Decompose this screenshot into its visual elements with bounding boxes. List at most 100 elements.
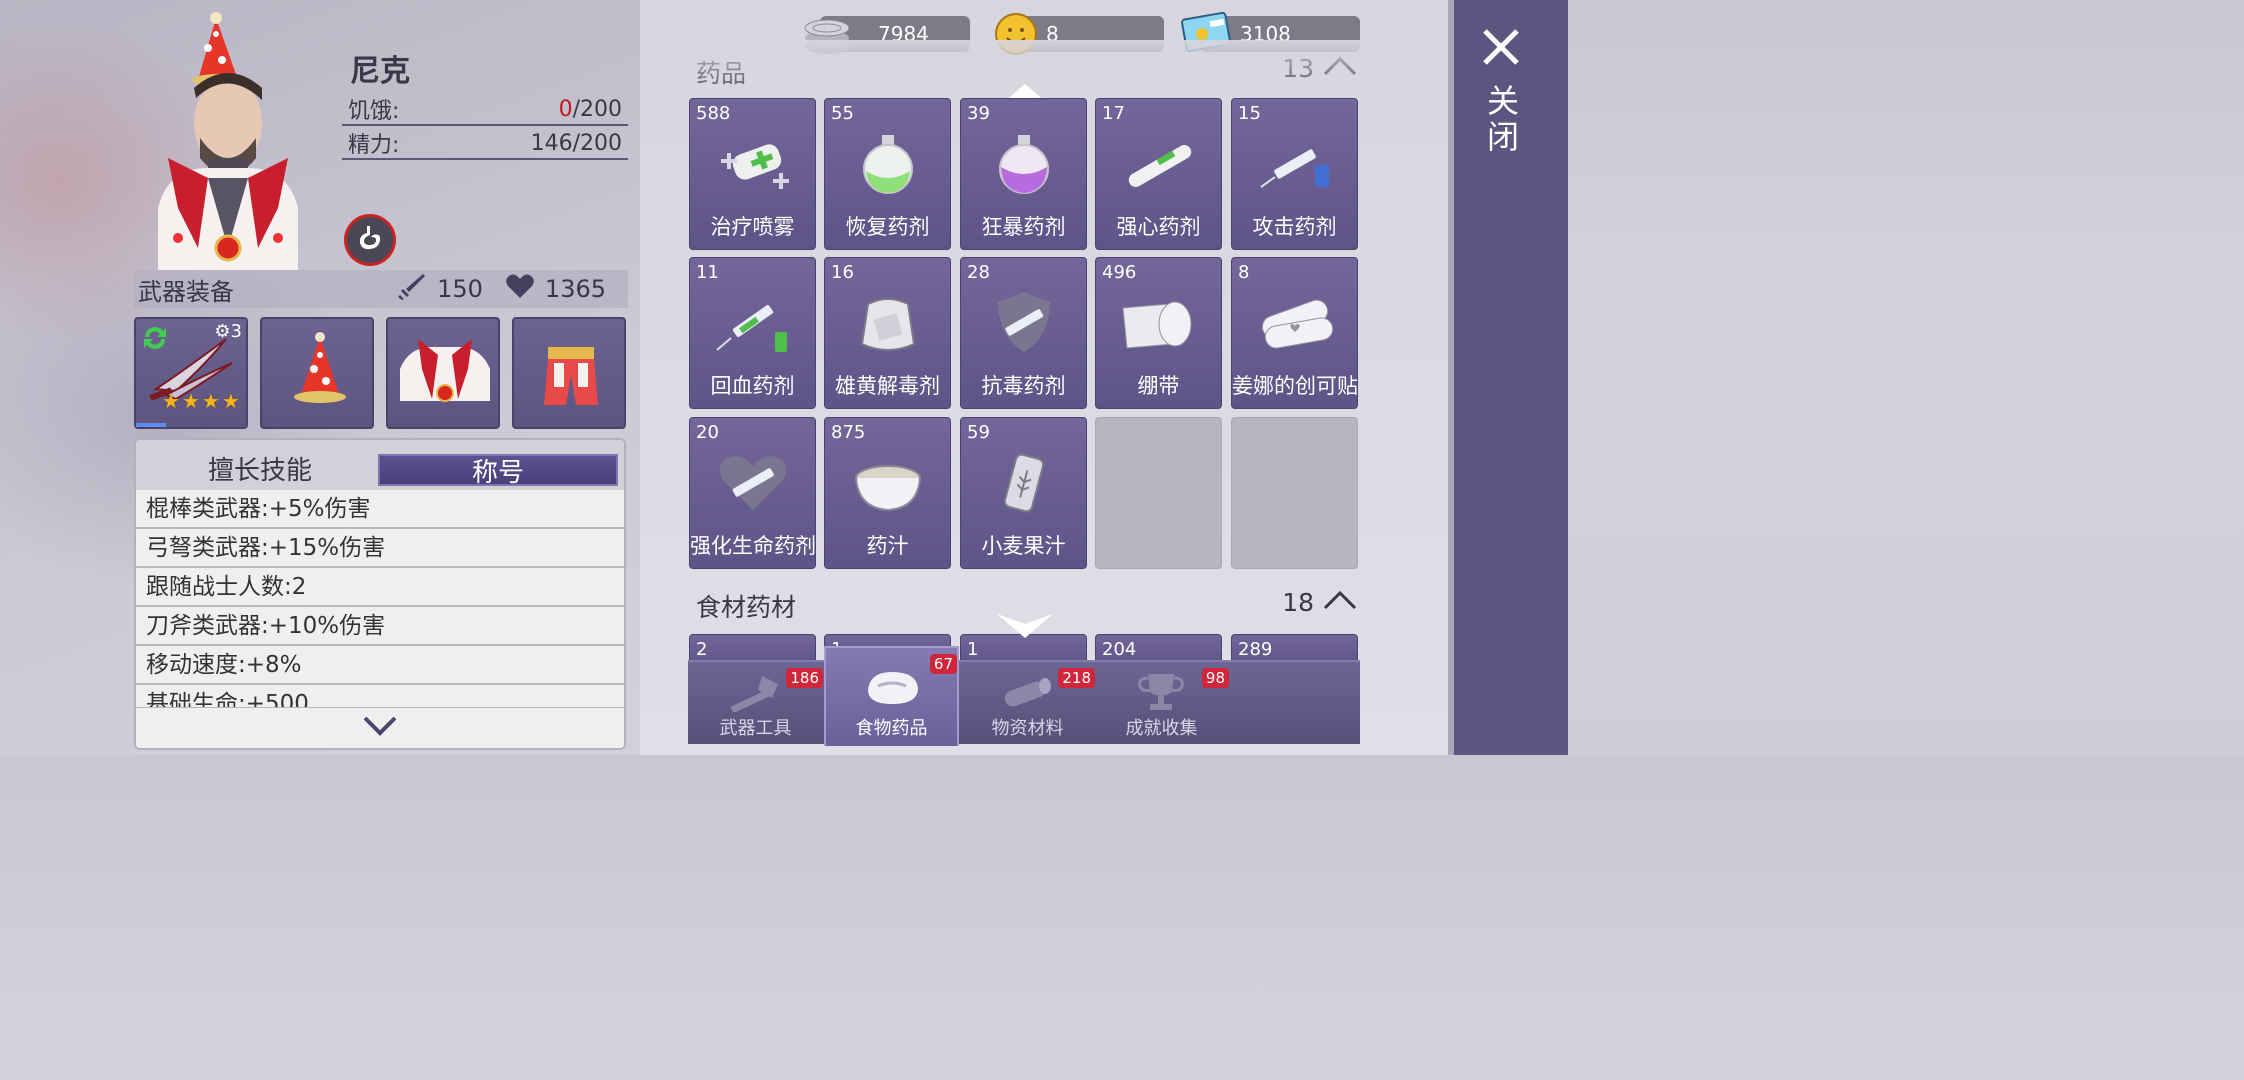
section-count-ingredients[interactable]: 18	[1282, 588, 1358, 617]
star-icon: ★	[181, 389, 200, 413]
item-name: 攻击药剂	[1252, 215, 1337, 239]
close-icon[interactable]	[1480, 26, 1522, 72]
tab-food-medicine[interactable]: 67 食物药品	[824, 646, 959, 746]
tab-label: 成就收集	[1125, 718, 1198, 739]
scroll-down-button[interactable]	[995, 612, 1055, 646]
energy-stat: 精力: 146/200	[342, 128, 628, 160]
item-name: 强心药剂	[1116, 215, 1201, 239]
weapon-stars: ★ ★ ★ ★	[162, 389, 240, 413]
spray-icon	[721, 144, 789, 189]
hunger-max: /200	[572, 96, 622, 122]
syringe-icon	[1260, 149, 1329, 188]
item-count: 20	[696, 422, 719, 443]
item-count: 875	[831, 422, 866, 443]
attack-value: 150	[437, 275, 483, 303]
skill-row: 基础生命:+500	[136, 685, 624, 709]
tab-label: 物资材料	[991, 718, 1064, 739]
item-herbal-juice[interactable]: 875 药汁	[824, 417, 951, 569]
skill-row: 棍棒类武器:+5%伤害	[136, 490, 624, 529]
item-bandage[interactable]: 496 绷带	[1095, 257, 1222, 409]
item-count: 8	[1238, 262, 1250, 283]
star-icon: ★	[221, 389, 240, 413]
item-rage-potion[interactable]: 39 狂暴药剂	[960, 98, 1087, 250]
tab-badge: 186	[786, 668, 823, 688]
energy-value: 146/200	[530, 130, 622, 156]
herb-pouch-icon	[860, 298, 916, 351]
coat-icon	[400, 339, 490, 402]
log-icon	[996, 672, 1056, 716]
item-jiangna-bandaid[interactable]: 8 姜娜的创可贴	[1231, 257, 1358, 409]
tab-specialty-skills[interactable]: 擅长技能	[142, 454, 378, 486]
sword-icon	[397, 271, 427, 307]
hunger-value: 0/200	[559, 97, 622, 122]
tab-weapons-tools[interactable]: 186 武器工具	[688, 662, 823, 746]
item-count: 28	[967, 262, 990, 283]
hat-slot[interactable]	[260, 317, 374, 429]
panel-edge	[1448, 0, 1454, 755]
tab-materials[interactable]: 218 物资材料	[960, 662, 1095, 746]
empty-slot	[1231, 417, 1358, 569]
star-icon: ★	[201, 389, 220, 413]
item-name: 治疗喷雾	[710, 215, 795, 239]
chevron-up-icon	[1322, 588, 1358, 617]
equipment-header: 武器装备 150 1365	[134, 270, 628, 308]
heart-icon	[505, 272, 535, 306]
bandage-roll-icon	[1122, 301, 1192, 349]
green-potion-icon	[863, 135, 913, 194]
bowl-icon	[855, 465, 921, 512]
item-hp-potion[interactable]: 11 回血药剂	[689, 257, 816, 409]
item-name: 抗毒药剂	[981, 374, 1066, 398]
expand-skills-button[interactable]	[136, 708, 624, 748]
bottom-tab-bar: 186 武器工具 67 食物药品 218 物资材料 98 成就收集	[688, 646, 1360, 746]
item-antivenom[interactable]: 28 抗毒药剂	[960, 257, 1087, 409]
item-enhanced-life-potion[interactable]: 20 强化生命药剂	[689, 417, 816, 569]
character-portrait	[138, 8, 338, 270]
item-count: 11	[696, 262, 719, 283]
item-attack-potion[interactable]: 15 攻击药剂	[1231, 98, 1358, 250]
item-count: 588	[696, 103, 731, 124]
tab-badge: 98	[1201, 668, 1229, 688]
item-wheat-juice[interactable]: 59 小麦果汁	[960, 417, 1087, 569]
meat-icon	[862, 666, 922, 714]
item-recovery-potion[interactable]: 55 恢复药剂	[824, 98, 951, 250]
item-heal-spray[interactable]: 588 治疗喷雾	[689, 98, 816, 250]
item-cardiac-potion[interactable]: 17 强心药剂	[1095, 98, 1222, 250]
skill-row: 跟随战士人数:2	[136, 568, 624, 607]
item-count: 16	[831, 262, 854, 283]
health-value: 1365	[544, 275, 606, 303]
skill-row: 刀斧类武器:+10%伤害	[136, 607, 624, 646]
item-name: 绷带	[1137, 374, 1180, 398]
skill-row: 弓弩类武器:+15%伤害	[136, 529, 624, 568]
weapon-slot[interactable]: ⚙3 ★ ★ ★ ★	[134, 317, 248, 429]
hunger-stat: 饥饿: 0/200	[342, 94, 628, 126]
can-icon	[1003, 453, 1045, 513]
armor-slot[interactable]	[386, 317, 500, 429]
pants-slot[interactable]	[512, 317, 626, 429]
item-name: 恢复药剂	[845, 215, 930, 239]
item-count: 204	[1102, 639, 1137, 660]
party-hat-icon	[294, 332, 346, 403]
weapon-icon	[149, 338, 233, 401]
hunger-label: 饥饿:	[348, 99, 400, 124]
empty-slot	[1095, 417, 1222, 569]
tab-achievements[interactable]: 98 成就收集	[1094, 662, 1229, 746]
stomach-button[interactable]	[344, 214, 396, 266]
close-label[interactable]: 关闭	[1478, 84, 1524, 156]
item-realgar-antidote[interactable]: 16 雄黄解毒剂	[824, 257, 951, 409]
item-name: 回血药剂	[710, 374, 795, 398]
axe-icon	[724, 672, 784, 716]
purple-potion-icon	[999, 135, 1049, 194]
health-stat: 1365	[505, 272, 606, 306]
star-icon: ★	[162, 389, 180, 413]
heart-syringe-icon	[719, 456, 787, 510]
tab-badge: 218	[1058, 668, 1095, 688]
tab-titles[interactable]: 称号	[378, 454, 618, 488]
section-title-ingredients: 食材药材	[696, 593, 797, 622]
item-count: 15	[1238, 103, 1261, 124]
tab-label: 武器工具	[719, 718, 792, 739]
item-count: 55	[831, 103, 854, 124]
item-count: 289	[1238, 639, 1273, 660]
item-count: 496	[1102, 262, 1137, 283]
item-name: 姜娜的创可贴	[1232, 374, 1358, 398]
item-count: 1	[967, 639, 979, 660]
